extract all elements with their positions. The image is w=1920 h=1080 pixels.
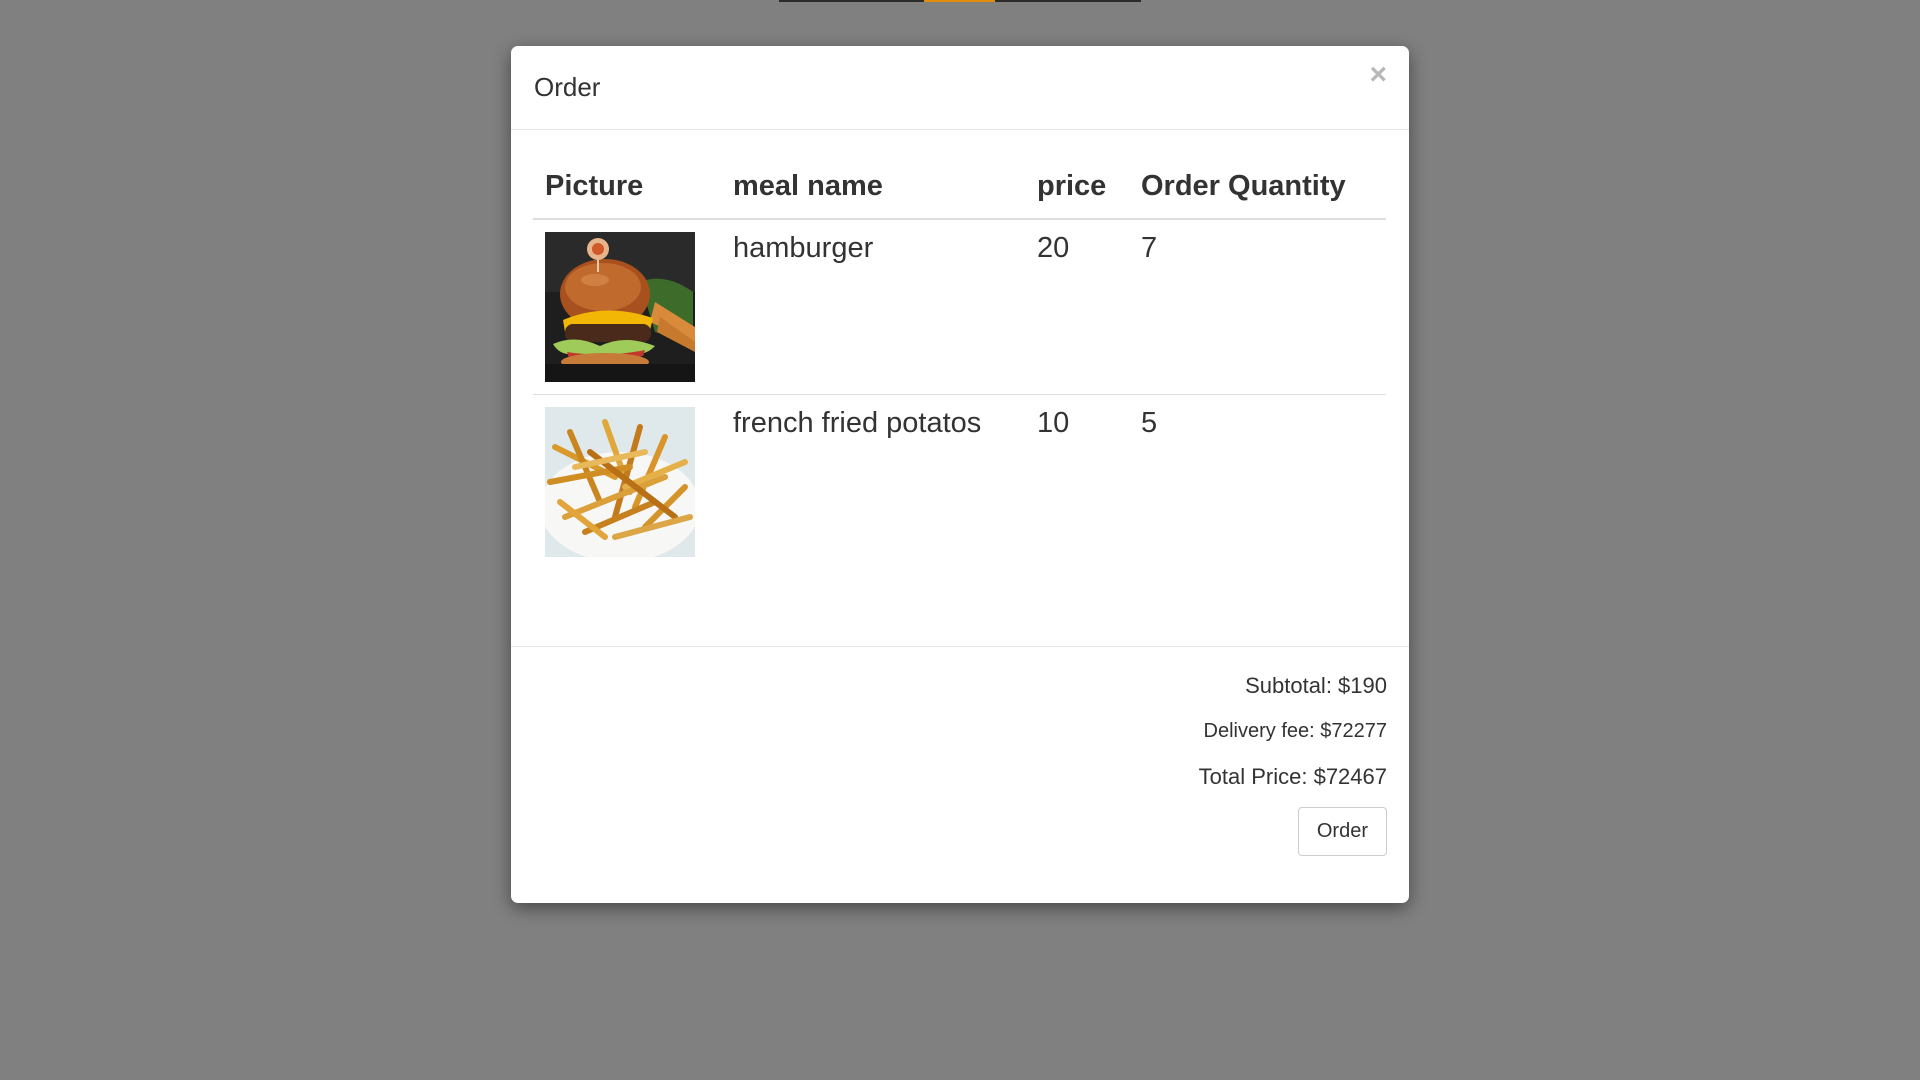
price-cell: 20 — [1037, 232, 1070, 264]
table-row: hamburger 20 7 — [533, 219, 1386, 395]
table-header-row: Picture meal name price Order Quantity — [533, 160, 1386, 220]
meal-name-cell: french fried potatos — [721, 394, 1025, 569]
column-header-order-quantity: Order Quantity — [1129, 160, 1386, 220]
column-header-picture: Picture — [533, 160, 721, 220]
french-fries-image — [545, 407, 695, 557]
order-modal: Order × Picture meal name price Order Qu… — [511, 46, 1409, 903]
modal-body: Picture meal name price Order Quantity h… — [511, 130, 1409, 647]
total-price-text: Total Price: $72467 — [1198, 764, 1387, 789]
close-button[interactable]: × — [1369, 60, 1387, 90]
quantity-cell: 5 — [1129, 394, 1386, 569]
modal-title: Order — [534, 72, 601, 102]
subtotal-text: Subtotal: $190 — [1245, 673, 1387, 698]
column-header-price: price — [1025, 160, 1129, 220]
price-cell: 10 — [1025, 394, 1129, 569]
nav-segment[interactable] — [995, 0, 1141, 2]
quantity-cell: 7 — [1141, 232, 1158, 264]
order-button[interactable]: Order — [1297, 807, 1387, 856]
delivery-fee-text: Delivery fee: $72277 — [1203, 720, 1387, 742]
meal-name-cell: hamburger — [733, 232, 874, 264]
column-header-meal-name: meal name — [721, 160, 1025, 220]
modal-footer: Subtotal: $190 Delivery fee: $72277 Tota… — [511, 673, 1409, 856]
modal-header: Order × — [511, 46, 1409, 130]
table-row: french fried potatos 10 5 — [533, 394, 1386, 569]
nav-segment[interactable] — [779, 0, 924, 2]
top-nav-bar — [779, 0, 1141, 2]
hamburger-image — [545, 232, 695, 382]
picture-cell — [533, 394, 721, 569]
picture-cell — [533, 219, 721, 395]
nav-segment-active[interactable] — [924, 0, 995, 2]
order-table: Picture meal name price Order Quantity h… — [533, 160, 1386, 569]
